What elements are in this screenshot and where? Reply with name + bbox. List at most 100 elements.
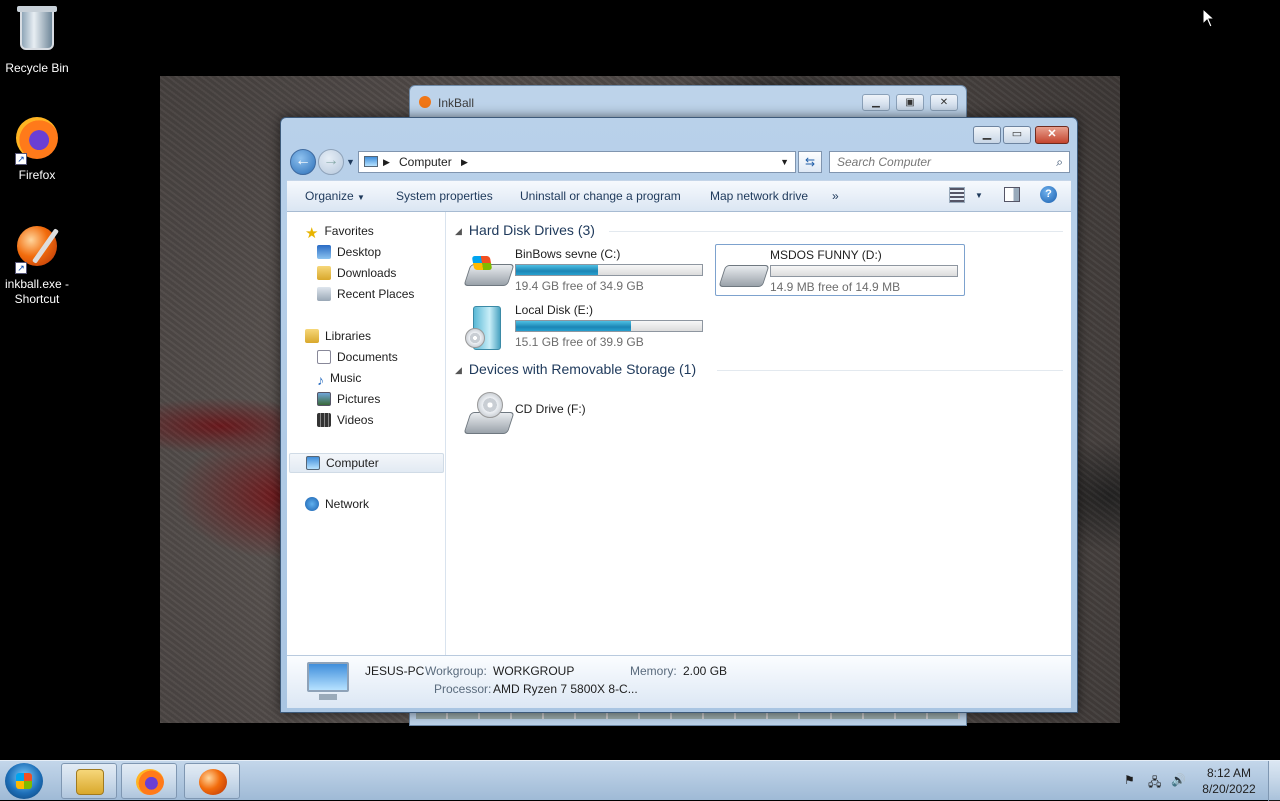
memory-label: Memory: — [630, 664, 677, 678]
taskbar-inkball[interactable] — [184, 763, 240, 799]
minimize-button[interactable]: ▁ — [973, 126, 1001, 144]
drive-name: CD Drive (F:) — [515, 402, 586, 416]
libraries-folder-icon — [305, 329, 319, 343]
nav-network[interactable]: Network — [305, 495, 445, 515]
drive-f[interactable]: CD Drive (F:) — [461, 386, 611, 438]
drive-e[interactable]: Local Disk (E:) 15.1 GB free of 39.9 GB — [461, 300, 711, 352]
taskbar-firefox[interactable] — [121, 763, 177, 799]
group-header-removable[interactable]: ◢ Devices with Removable Storage (1) — [455, 361, 696, 377]
uninstall-program-button[interactable]: Uninstall or change a program — [520, 189, 681, 203]
drive-c[interactable]: BinBows sevne (C:) 19.4 GB free of 34.9 … — [461, 244, 711, 296]
desktop-icon-inkball[interactable]: ↗ inkball.exe - Shortcut — [0, 222, 74, 307]
folder-icon — [76, 769, 104, 795]
computer-icon — [364, 156, 378, 167]
nav-libraries[interactable]: Libraries — [305, 327, 445, 347]
drive-usage-bar — [515, 320, 703, 332]
organize-button[interactable]: Organize ▼ — [305, 189, 365, 203]
chevron-right-icon: ▶ — [383, 157, 390, 167]
pictures-icon — [317, 392, 331, 406]
maximize-button[interactable]: ▭ — [1003, 126, 1031, 144]
music-icon: ♪ — [317, 372, 324, 388]
nav-documents[interactable]: Documents — [317, 348, 457, 368]
desktop-icon-label: Firefox — [18, 168, 56, 182]
drive-free-space: 15.1 GB free of 39.9 GB — [515, 335, 644, 349]
recent-places-icon — [317, 287, 331, 301]
back-button[interactable]: ← — [290, 149, 316, 175]
drive-free-space: 14.9 MB free of 14.9 MB — [770, 280, 901, 294]
group-divider — [609, 231, 1063, 232]
search-placeholder: Search Computer — [837, 155, 932, 169]
drive-usage-bar — [515, 264, 703, 276]
change-view-icon[interactable] — [949, 187, 965, 203]
videos-icon — [317, 413, 331, 427]
drive-name: BinBows sevne (C:) — [515, 247, 621, 261]
group-divider — [717, 370, 1063, 371]
shortcut-arrow-icon: ↗ — [15, 153, 27, 165]
breadcrumb-computer[interactable]: Computer — [399, 152, 452, 172]
show-desktop-button[interactable] — [1268, 761, 1280, 801]
desktop-icon-recycle-bin[interactable]: Recycle Bin — [0, 6, 74, 76]
downloads-folder-icon — [317, 266, 331, 280]
maximize-button[interactable]: ▣ — [896, 94, 924, 111]
details-pane: JESUS-PC Workgroup: WORKGROUP Memory: 2.… — [287, 655, 1071, 708]
documents-icon — [317, 350, 331, 364]
cd-drive-icon — [463, 392, 515, 434]
main-pane: ★ Favorites Desktop Downloads Recent Plac… — [287, 212, 1071, 655]
address-dropdown-icon[interactable]: ▼ — [780, 152, 789, 172]
nav-videos[interactable]: Videos — [317, 411, 457, 431]
memory-value: 2.00 GB — [683, 664, 728, 678]
taskbar-explorer[interactable] — [61, 763, 117, 799]
processor-label: Processor: — [434, 682, 492, 696]
hard-drive-icon — [718, 251, 770, 291]
drive-name: Local Disk (E:) — [515, 303, 594, 317]
group-header-hard-disks[interactable]: ◢ Hard Disk Drives (3) — [455, 222, 595, 238]
network-tray-icon[interactable]: 🖧 — [1148, 773, 1161, 794]
clock-time: 8:12 AM — [1206, 766, 1252, 780]
system-properties-button[interactable]: System properties — [396, 189, 493, 203]
recent-pages-dropdown[interactable]: ▼ — [346, 157, 355, 167]
chevron-right-icon[interactable]: ▶ — [461, 152, 468, 172]
help-icon[interactable]: ? — [1040, 186, 1057, 203]
clock[interactable]: 8:12 AM 8/20/2022 — [1194, 765, 1264, 797]
preview-pane-icon[interactable] — [1004, 187, 1020, 202]
collapse-triangle-icon: ◢ — [455, 226, 462, 236]
forward-button[interactable]: → — [318, 149, 344, 175]
recycle-bin-icon — [17, 6, 57, 50]
pc-name: JESUS-PC — [365, 664, 425, 678]
nav-pictures[interactable]: Pictures — [317, 390, 457, 410]
drive-name: MSDOS FUNNY (D:) — [770, 248, 882, 262]
search-icon: ⌕ — [1056, 155, 1063, 169]
desktop-icon-firefox[interactable]: ↗ Firefox — [0, 114, 74, 183]
nav-computer[interactable]: Computer — [289, 453, 444, 473]
map-network-drive-button[interactable]: Map network drive — [710, 189, 808, 203]
workgroup-value: WORKGROUP — [493, 664, 575, 678]
computer-icon — [306, 456, 320, 470]
volume-icon[interactable]: 🔊 — [1171, 773, 1186, 787]
close-button[interactable]: ✕ — [1035, 126, 1069, 144]
nav-downloads[interactable]: Downloads — [317, 264, 457, 284]
explorer-window[interactable]: ▁ ▭ ✕ ← → ▼ ▶ Computer ▶ ▼ ⇆ Search Comp… — [280, 117, 1078, 713]
nav-music[interactable]: ♪ Music — [317, 369, 457, 389]
minimize-button[interactable]: ▁ — [862, 94, 890, 111]
drive-d[interactable]: MSDOS FUNNY (D:) 14.9 MB free of 14.9 MB — [715, 244, 965, 296]
nav-recent-places[interactable]: Recent Places — [317, 285, 457, 305]
action-center-flag-icon[interactable]: ⚑ — [1124, 773, 1135, 787]
close-button[interactable]: ✕ — [930, 94, 958, 111]
start-button[interactable] — [5, 763, 43, 799]
view-options-dropdown[interactable]: ▼ — [975, 191, 983, 200]
address-bar[interactable]: ▶ Computer ▶ ▼ — [358, 151, 796, 173]
nav-favorites[interactable]: ★ Favorites — [305, 222, 445, 242]
search-input[interactable]: Search Computer ⌕ — [829, 151, 1070, 173]
more-commands-button[interactable]: » — [832, 189, 839, 203]
external-drive-icon — [465, 306, 509, 350]
chevron-down-icon: ▼ — [357, 193, 365, 202]
nav-desktop[interactable]: Desktop — [317, 243, 457, 263]
workgroup-label: Workgroup: — [425, 664, 487, 678]
inkball-icon — [17, 226, 57, 266]
refresh-button[interactable]: ⇆ — [798, 151, 822, 173]
command-bar: Organize ▼ System properties Uninstall o… — [287, 180, 1071, 212]
desktop-folder-icon — [317, 245, 331, 259]
collapse-triangle-icon: ◢ — [455, 365, 462, 375]
firefox-icon — [136, 769, 164, 795]
navigation-pane: ★ Favorites Desktop Downloads Recent Plac… — [287, 212, 446, 655]
